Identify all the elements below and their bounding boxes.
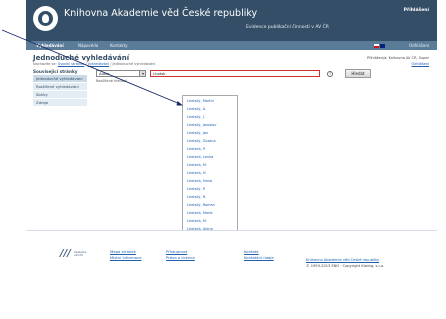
footer-logo-text: Akademie věd ČR: [74, 251, 87, 257]
footer-link-contact[interactable]: Kontakt: [244, 249, 259, 254]
footer-link-contact-info[interactable]: Kontaktní údaje: [244, 255, 274, 260]
academy-wordmark-icon: ///: [60, 248, 71, 259]
footer-copyright-text: © 1993-2013 ENO · Copyright Kiwing, s.r.…: [306, 264, 385, 268]
footer-library-link[interactable]: Knihovna Akademie věd České republiky: [306, 258, 379, 262]
footer-link-local-info[interactable]: Místní informace: [110, 255, 142, 260]
footer-logo: /// Akademie věd ČR: [60, 248, 90, 260]
footer-copyright: Knihovna Akademie věd České republiky © …: [306, 257, 384, 269]
footer-link-accessibility[interactable]: Přístupnost: [166, 249, 187, 254]
footer-link-rights[interactable]: Práva a licence: [166, 255, 195, 260]
site-footer: /// Akademie věd ČR Mapa stránek Místní …: [26, 230, 437, 280]
footer-link-sitemap[interactable]: Mapa stránek: [110, 249, 136, 254]
